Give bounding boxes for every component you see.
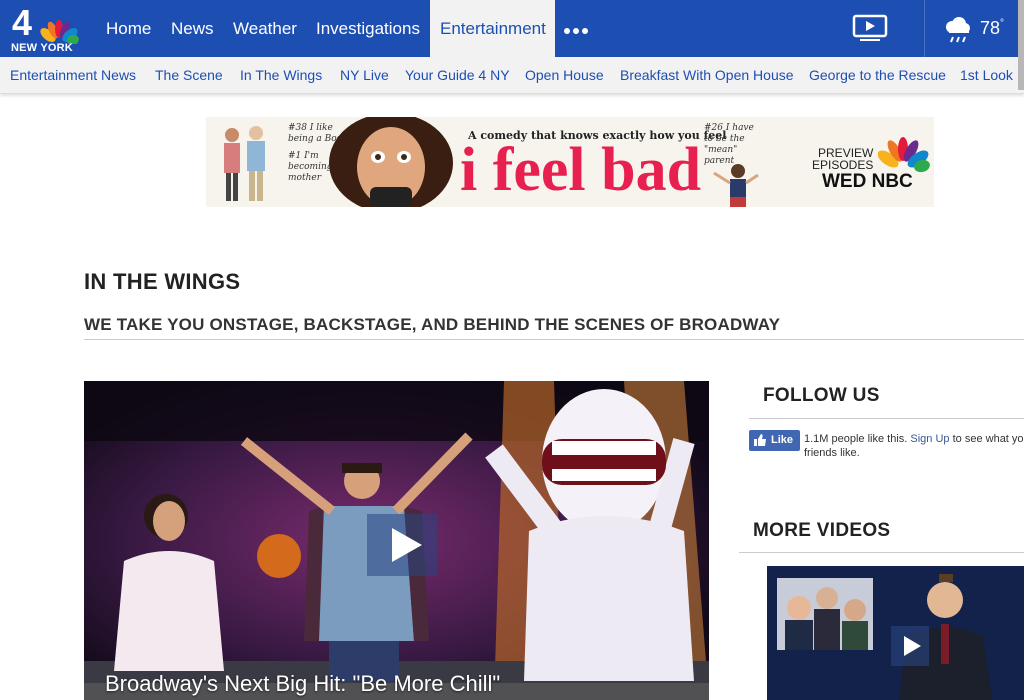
- nbc-peacock-icon: [878, 137, 930, 173]
- section-divider: [84, 339, 1024, 340]
- logo-city: NEW YORK: [11, 42, 73, 54]
- logo-number: 4: [12, 2, 33, 43]
- advertisement-banner[interactable]: #38 I like being a Boss #1 I'm becoming …: [206, 117, 934, 207]
- subnav-in-the-wings[interactable]: In The Wings: [240, 67, 322, 83]
- video-player-icon[interactable]: [852, 14, 888, 42]
- more-videos-divider: [739, 552, 1024, 553]
- more-menu-icon[interactable]: [562, 20, 592, 40]
- video-title[interactable]: Broadway's Next Big Hit: "Be More Chill": [105, 671, 500, 697]
- weather-temperature[interactable]: 78°: [980, 18, 1004, 39]
- follow-us-heading: FOLLOW US: [763, 385, 880, 406]
- sub-navigation-bar: Entertainment News The Scene In The Wing…: [0, 57, 1024, 94]
- nav-home[interactable]: Home: [96, 0, 161, 57]
- more-videos-play-button[interactable]: [891, 626, 929, 666]
- nav-news[interactable]: News: [161, 0, 224, 57]
- subnav-george-to-the-rescue[interactable]: George to the Rescue: [809, 67, 946, 83]
- ad-airdate: WED NBC: [822, 171, 913, 192]
- subnav-1st-look[interactable]: 1st Look: [960, 67, 1013, 83]
- play-button[interactable]: [367, 514, 437, 576]
- follow-us-divider: [749, 418, 1024, 419]
- nav-entertainment[interactable]: Entertainment: [430, 0, 555, 57]
- nav-divider: [924, 0, 925, 57]
- nav-investigations[interactable]: Investigations: [306, 0, 430, 57]
- nav-weather[interactable]: Weather: [223, 0, 307, 57]
- main-video-player[interactable]: Broadway's Next Big Hit: "Be More Chill": [84, 381, 709, 700]
- subnav-your-guide-4-ny[interactable]: Your Guide 4 NY: [405, 67, 510, 83]
- section-title: IN THE WINGS: [84, 269, 241, 294]
- subnav-the-scene[interactable]: The Scene: [155, 67, 223, 83]
- nbc4-logo[interactable]: 4 NEW YORK: [8, 2, 82, 54]
- more-videos-thumbnail[interactable]: [767, 566, 1024, 700]
- thumbs-up-icon: [754, 434, 766, 446]
- subnav-ny-live[interactable]: NY Live: [340, 67, 389, 83]
- subnav-breakfast-with-open-house[interactable]: Breakfast With Open House: [620, 67, 794, 83]
- facebook-like-button[interactable]: Like: [749, 430, 800, 451]
- peacock-icon: [40, 20, 79, 44]
- ad-face-image: [329, 117, 453, 207]
- subnav-open-house[interactable]: Open House: [525, 67, 604, 83]
- ad-title: i feel bad: [460, 136, 702, 204]
- ad-preview-text: PREVIEW EPISODES: [812, 146, 874, 172]
- more-videos-heading: MORE VIDEOS: [753, 520, 891, 541]
- ad-people-image: [224, 126, 265, 201]
- page-scrollbar[interactable]: [1018, 0, 1024, 90]
- subnav-entertainment-news[interactable]: Entertainment News: [10, 67, 136, 83]
- play-icon: [904, 636, 921, 656]
- play-icon: [392, 528, 422, 562]
- facebook-signup-link[interactable]: Sign Up: [910, 433, 949, 445]
- top-navigation-bar: 4 NEW YORK Home News Weather Investigati…: [0, 0, 1024, 57]
- rain-cloud-icon[interactable]: [941, 14, 973, 46]
- facebook-like-text: 1.1M people like this. Sign Up to see wh…: [804, 433, 1024, 459]
- ad-child-image: [713, 164, 759, 207]
- section-subtitle: WE TAKE YOU ONSTAGE, BACKSTAGE, AND BEHI…: [84, 315, 781, 334]
